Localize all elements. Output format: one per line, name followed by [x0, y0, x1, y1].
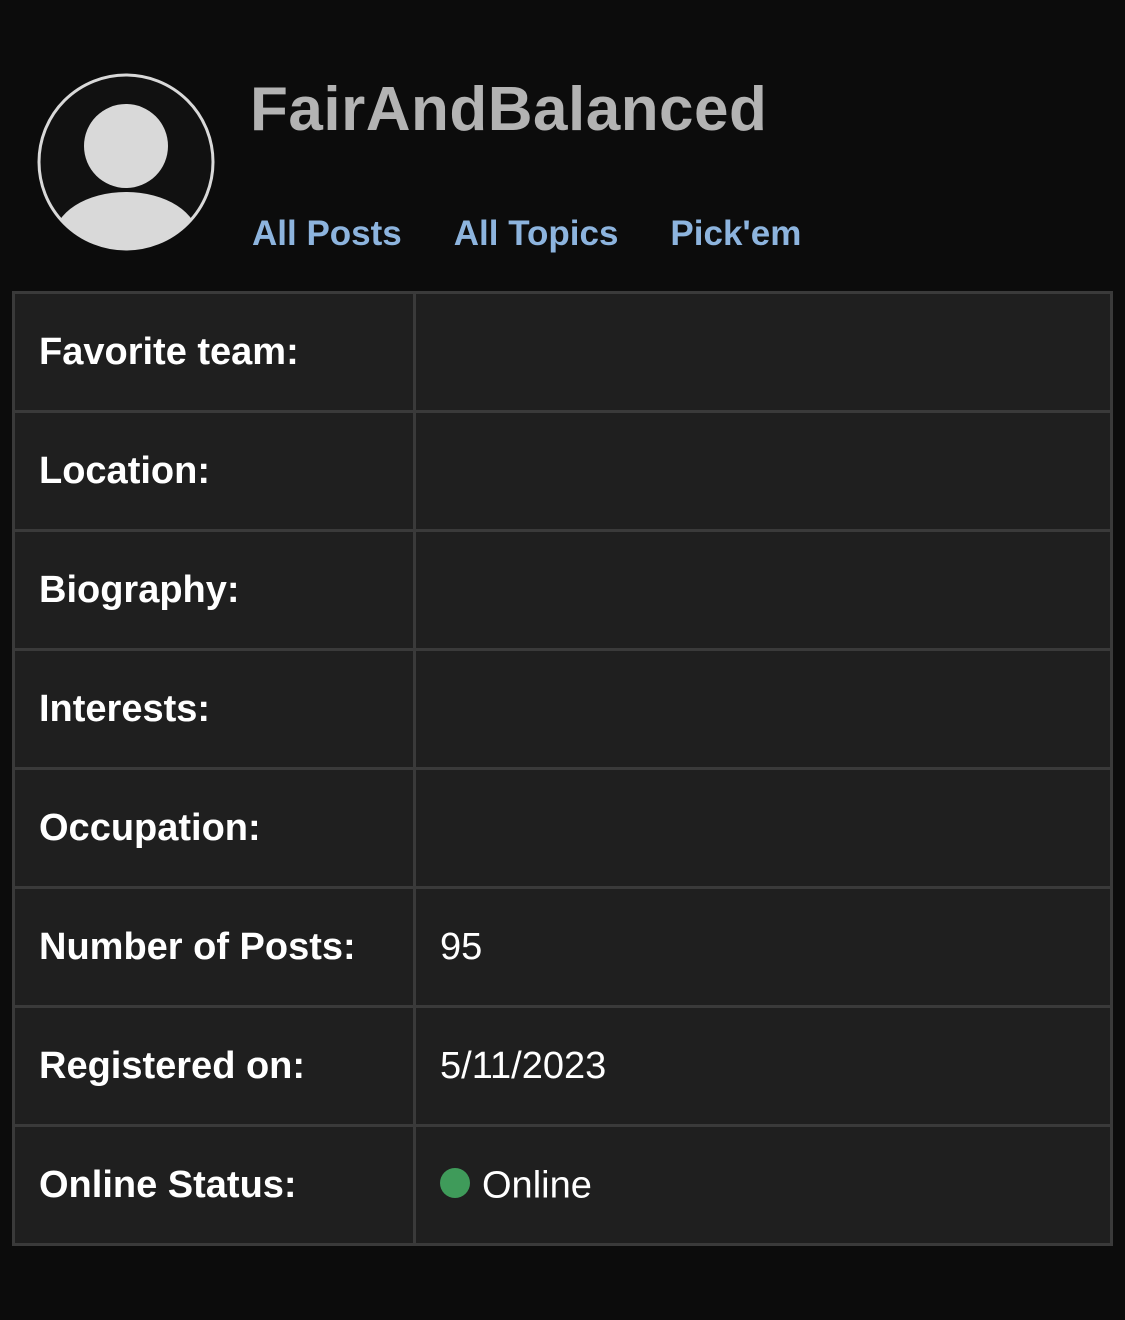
username-heading: FairAndBalanced	[250, 75, 768, 144]
online-status-value: Online	[482, 1164, 592, 1207]
all-topics-link[interactable]: All Topics	[454, 212, 619, 256]
post-count-row: Number of Posts: 95	[12, 886, 1113, 1008]
registered-label: Registered on:	[12, 1005, 416, 1127]
avatar-icon	[37, 73, 215, 251]
interests-value	[413, 648, 1113, 770]
profile-page: FairAndBalanced All Posts All Topics Pic…	[0, 0, 1125, 1320]
location-value	[413, 410, 1113, 532]
profile-nav: All Posts All Topics Pick'em	[252, 212, 801, 256]
online-status-cell: Online	[413, 1124, 1113, 1246]
location-label: Location:	[12, 410, 416, 532]
occupation-row: Occupation:	[12, 767, 1113, 889]
pickem-link[interactable]: Pick'em	[670, 212, 801, 256]
post-count-value: 95	[413, 886, 1113, 1008]
all-posts-link[interactable]: All Posts	[252, 212, 402, 256]
favorite-team-row: Favorite team:	[12, 291, 1113, 413]
online-status-row: Online Status: Online	[12, 1124, 1113, 1246]
registered-value: 5/11/2023	[413, 1005, 1113, 1127]
favorite-team-value	[413, 291, 1113, 413]
favorite-team-label: Favorite team:	[12, 291, 416, 413]
occupation-label: Occupation:	[12, 767, 416, 889]
location-row: Location:	[12, 410, 1113, 532]
profile-info-table: Favorite team: Location: Biography: Inte…	[12, 291, 1113, 1246]
interests-row: Interests:	[12, 648, 1113, 770]
online-status-dot-icon	[440, 1167, 470, 1198]
interests-label: Interests:	[12, 648, 416, 770]
biography-row: Biography:	[12, 529, 1113, 651]
post-count-label: Number of Posts:	[12, 886, 416, 1008]
biography-value	[413, 529, 1113, 651]
registered-row: Registered on: 5/11/2023	[12, 1005, 1113, 1127]
online-status-label: Online Status:	[12, 1124, 416, 1246]
biography-label: Biography:	[12, 529, 416, 651]
occupation-value	[413, 767, 1113, 889]
